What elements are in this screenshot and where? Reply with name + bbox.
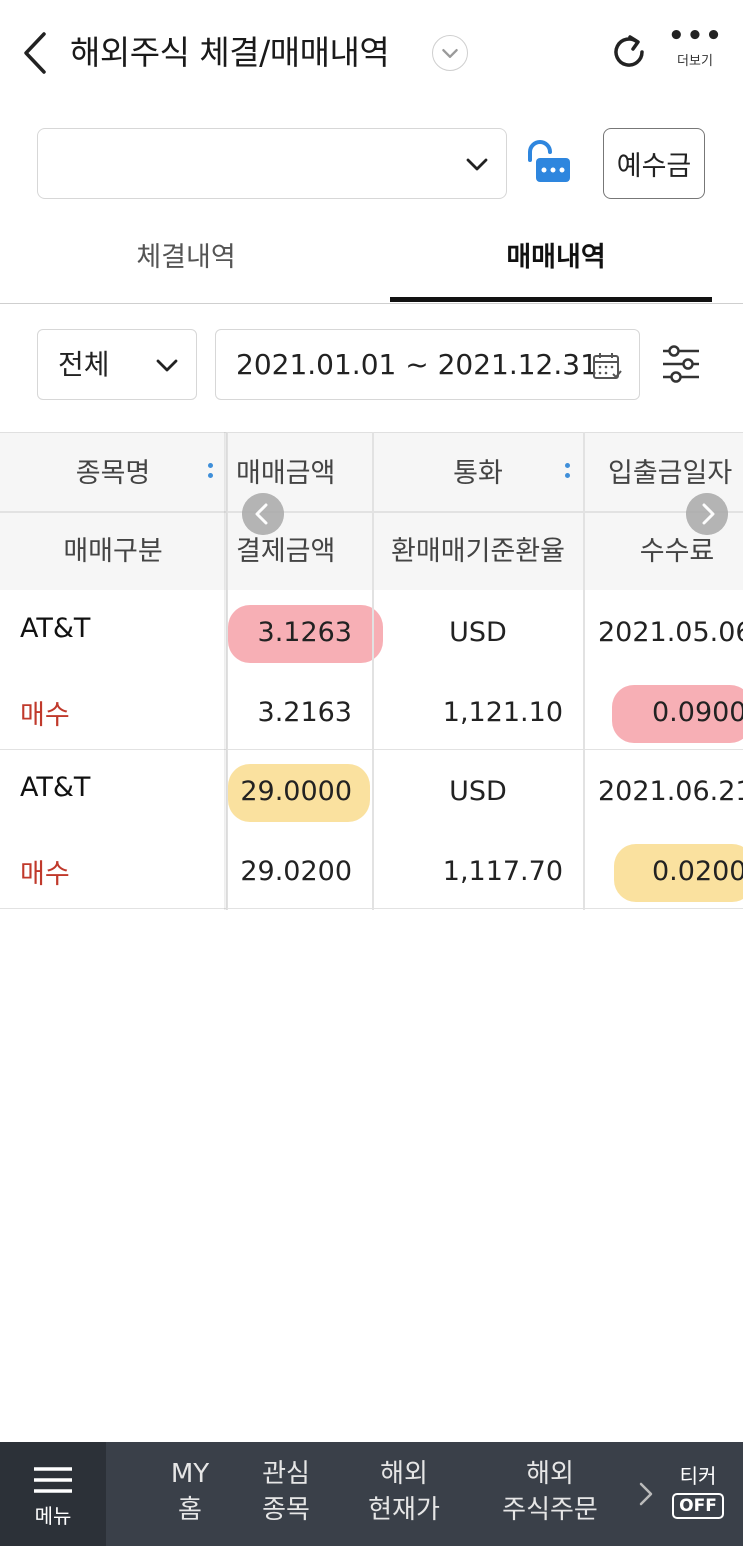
active-tab-indicator — [390, 297, 712, 302]
app-header: 해외주식 체결/매매내역 ••• 더보기 — [0, 0, 743, 105]
tab-trade-history[interactable]: 매매내역 — [370, 215, 742, 304]
column-divider — [372, 432, 374, 910]
deposit-button[interactable]: 예수금 — [603, 128, 705, 199]
date-range-picker[interactable]: 2021.01.01 ~ 2021.12.31 — [215, 329, 640, 400]
currency: USD — [449, 776, 507, 807]
nav-item-line2: 홈 — [178, 1495, 202, 1525]
ticker-state-badge: OFF — [672, 1493, 724, 1519]
nav-item-line2: 종목 — [262, 1495, 310, 1525]
page-title: 해외주식 체결/매매내역 — [70, 33, 390, 72]
date-range-value: 2021.01.01 ~ 2021.12.31 — [236, 348, 598, 381]
nav-item-line2: 주식주문 — [502, 1495, 598, 1525]
refresh-icon[interactable] — [608, 31, 650, 73]
more-label: 더보기 — [677, 54, 713, 69]
column-divider — [583, 432, 585, 910]
nav-item-watchlist[interactable]: 관심 종목 — [246, 1456, 326, 1528]
nav-menu-label: 메뉴 — [34, 1504, 72, 1528]
info-dots-icon[interactable] — [565, 463, 571, 479]
fx-rate: 1,117.70 — [442, 856, 563, 887]
ticker-label: 티커 — [679, 1464, 717, 1488]
nav-item-overseas-quote[interactable]: 해외 현재가 — [352, 1456, 456, 1528]
nav-item-line2: 현재가 — [368, 1495, 440, 1525]
nav-item-line1: 관심 — [262, 1459, 310, 1489]
header-fx-rate: 환매매기준환율 — [391, 536, 565, 567]
trade-history-table[interactable]: 종목명 매매금액 통화 입출금일자 매매구분 결제금액 환매매기준환율 수수료 … — [0, 432, 743, 910]
nav-item-overseas-order[interactable]: 해외 주식주문 — [486, 1456, 614, 1528]
calendar-icon — [593, 353, 622, 379]
chevron-down-icon — [466, 158, 488, 171]
filter-settings-icon[interactable] — [660, 343, 702, 385]
tab-execution-history[interactable]: 체결내역 — [0, 215, 372, 304]
scroll-right-icon[interactable] — [686, 493, 728, 535]
nav-item-line1: MY — [170, 1459, 210, 1489]
header-stock-name: 종목명 — [75, 458, 151, 489]
nav-item-line1: 해외 — [380, 1459, 428, 1489]
nav-item-my-home[interactable]: MY 홈 — [150, 1456, 230, 1528]
hamburger-icon — [34, 1467, 72, 1493]
scroll-left-icon[interactable] — [242, 493, 284, 535]
info-dots-icon[interactable] — [208, 463, 214, 479]
trade-amount: 3.1263 — [257, 617, 352, 648]
more-button[interactable]: ••• 더보기 — [668, 21, 724, 76]
header-currency: 통화 — [453, 458, 503, 489]
settle-amount: 29.0200 — [240, 856, 352, 887]
nav-menu-button[interactable]: 메뉴 — [0, 1442, 106, 1546]
stock-name: AT&T — [20, 613, 91, 644]
title-dropdown-icon[interactable] — [432, 35, 468, 71]
fx-rate: 1,121.10 — [442, 697, 563, 728]
trade-type-value: 전체 — [58, 348, 110, 381]
trade-side: 매수 — [20, 859, 70, 890]
stock-name: AT&T — [20, 772, 91, 803]
password-lock-icon[interactable] — [522, 138, 574, 190]
settle-date: 2021.06.21 — [598, 776, 743, 807]
trade-side: 매수 — [20, 700, 70, 731]
tab-bar: 체결내역 매매내역 — [0, 215, 743, 304]
chevron-right-icon[interactable] — [636, 1478, 656, 1510]
trade-type-select[interactable]: 전체 — [37, 329, 197, 400]
header-trade-side: 매매구분 — [63, 536, 163, 567]
bottom-nav: 메뉴 MY 홈 관심 종목 해외 현재가 해외 주식주문 티커 OFF — [0, 1442, 743, 1546]
back-arrow-icon[interactable] — [18, 28, 54, 78]
settle-date: 2021.05.06 — [598, 617, 743, 648]
fee: 0.0200 — [652, 856, 743, 887]
account-select[interactable] — [37, 128, 507, 199]
trade-amount: 29.0000 — [240, 776, 352, 807]
currency: USD — [449, 617, 507, 648]
nav-item-line1: 해외 — [526, 1459, 574, 1489]
ticker-toggle[interactable]: 티커 OFF — [668, 1460, 728, 1519]
chevron-down-icon — [156, 359, 178, 372]
frozen-column-shadow — [224, 432, 228, 910]
fee: 0.0900 — [652, 697, 743, 728]
settle-amount: 3.2163 — [257, 697, 352, 728]
more-dots-icon: ••• — [668, 21, 724, 51]
